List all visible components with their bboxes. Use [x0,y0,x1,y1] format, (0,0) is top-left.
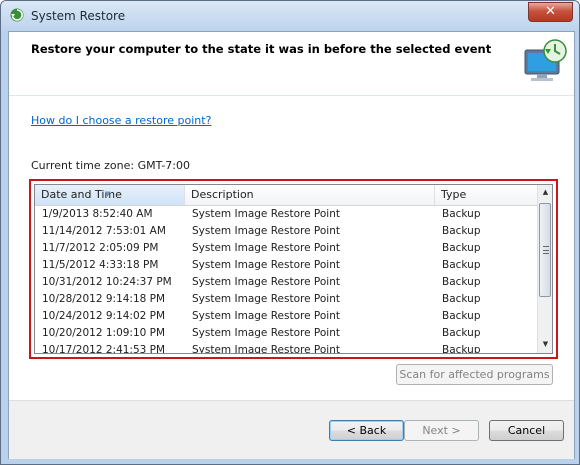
table-row[interactable]: 11/7/2012 2:05:09 PM System Image Restore… [35,240,537,257]
cell-description: System Image Restore Point [192,259,340,271]
cell-date: 10/28/2012 9:14:18 PM [42,293,166,305]
close-button[interactable]: ✕ [528,2,573,22]
table-row[interactable]: 10/17/2012 2:41:53 PM System Image Restor… [35,342,537,354]
dialog-footer: < Back Next > Cancel [9,400,574,459]
cell-description: System Image Restore Point [192,225,340,237]
cell-date: 11/7/2012 2:05:09 PM [42,242,159,254]
scroll-thumb[interactable] [539,203,551,297]
next-button[interactable]: Next > [404,420,479,441]
cell-description: System Image Restore Point [192,344,340,354]
table-row[interactable]: 10/28/2012 9:14:18 PM System Image Restor… [35,291,537,308]
cell-date: 11/5/2012 4:33:18 PM [42,259,159,271]
cell-type: Backup [442,293,481,305]
cell-description: System Image Restore Point [192,310,340,322]
help-link-restore-point[interactable]: How do I choose a restore point? [31,114,211,127]
cancel-button[interactable]: Cancel [489,420,564,441]
dialog-client-area: Restore your computer to the state it wa… [8,31,575,459]
column-header-description-label: Description [191,188,254,201]
scroll-grip-icon [543,246,549,254]
timezone-label: Current time zone: GMT-7:00 [31,159,191,172]
restore-points-rows: 1/9/2013 8:52:40 AM System Image Restore … [35,206,537,354]
back-button[interactable]: < Back [329,420,404,441]
cell-type: Backup [442,208,481,220]
cell-type: Backup [442,327,481,339]
dialog-header: Restore your computer to the state it wa… [9,32,574,96]
close-icon: ✕ [545,4,556,19]
table-row[interactable]: 11/14/2012 7:53:01 AM System Image Restor… [35,223,537,240]
system-restore-icon [524,39,567,81]
scan-affected-programs-button[interactable]: Scan for affected programs [396,364,553,385]
title-bar[interactable]: System Restore ✕ [1,1,579,31]
system-restore-window: System Restore ✕ Restore your computer t… [0,0,580,465]
table-row[interactable]: 11/5/2012 4:33:18 PM System Image Restore… [35,257,537,274]
vertical-scrollbar[interactable]: ▲ ▼ [537,185,552,353]
scroll-down-icon[interactable]: ▼ [538,337,552,352]
sort-down-icon: ▼ [105,190,111,198]
cell-type: Backup [442,310,481,322]
cell-type: Backup [442,276,481,288]
cell-type: Backup [442,344,481,354]
cell-description: System Image Restore Point [192,276,340,288]
system-restore-app-icon [10,8,24,22]
cell-description: System Image Restore Point [192,242,340,254]
list-column-header: ▼ Date and Time Description Type [35,185,537,206]
column-header-description[interactable]: Description [185,185,435,205]
cell-description: System Image Restore Point [192,208,340,220]
column-header-type[interactable]: Type [435,185,537,205]
scroll-up-icon[interactable]: ▲ [538,185,552,200]
restore-points-highlight: ▼ Date and Time Description Type 1/9/201… [29,179,558,359]
column-header-date[interactable]: ▼ Date and Time [35,185,185,205]
cell-date: 10/24/2012 9:14:02 PM [42,310,166,322]
window-title: System Restore [31,9,126,23]
page-heading: Restore your computer to the state it wa… [31,42,492,56]
cell-date: 10/31/2012 10:24:37 PM [42,276,172,288]
column-header-type-label: Type [441,188,467,201]
cell-type: Backup [442,225,481,237]
table-row[interactable]: 10/20/2012 1:09:10 PM System Image Restor… [35,325,537,342]
cell-date: 11/14/2012 7:53:01 AM [42,225,166,237]
table-row[interactable]: 10/31/2012 10:24:37 PM System Image Resto… [35,274,537,291]
cell-date: 10/17/2012 2:41:53 PM [42,344,166,354]
cell-description: System Image Restore Point [192,327,340,339]
cell-type: Backup [442,259,481,271]
cell-description: System Image Restore Point [192,293,340,305]
restore-points-list[interactable]: ▼ Date and Time Description Type 1/9/201… [34,184,553,354]
table-row[interactable]: 1/9/2013 8:52:40 AM System Image Restore … [35,206,537,223]
cell-date: 1/9/2013 8:52:40 AM [42,208,153,220]
cell-date: 10/20/2012 1:09:10 PM [42,327,166,339]
table-row[interactable]: 10/24/2012 9:14:02 PM System Image Restor… [35,308,537,325]
cell-type: Backup [442,242,481,254]
